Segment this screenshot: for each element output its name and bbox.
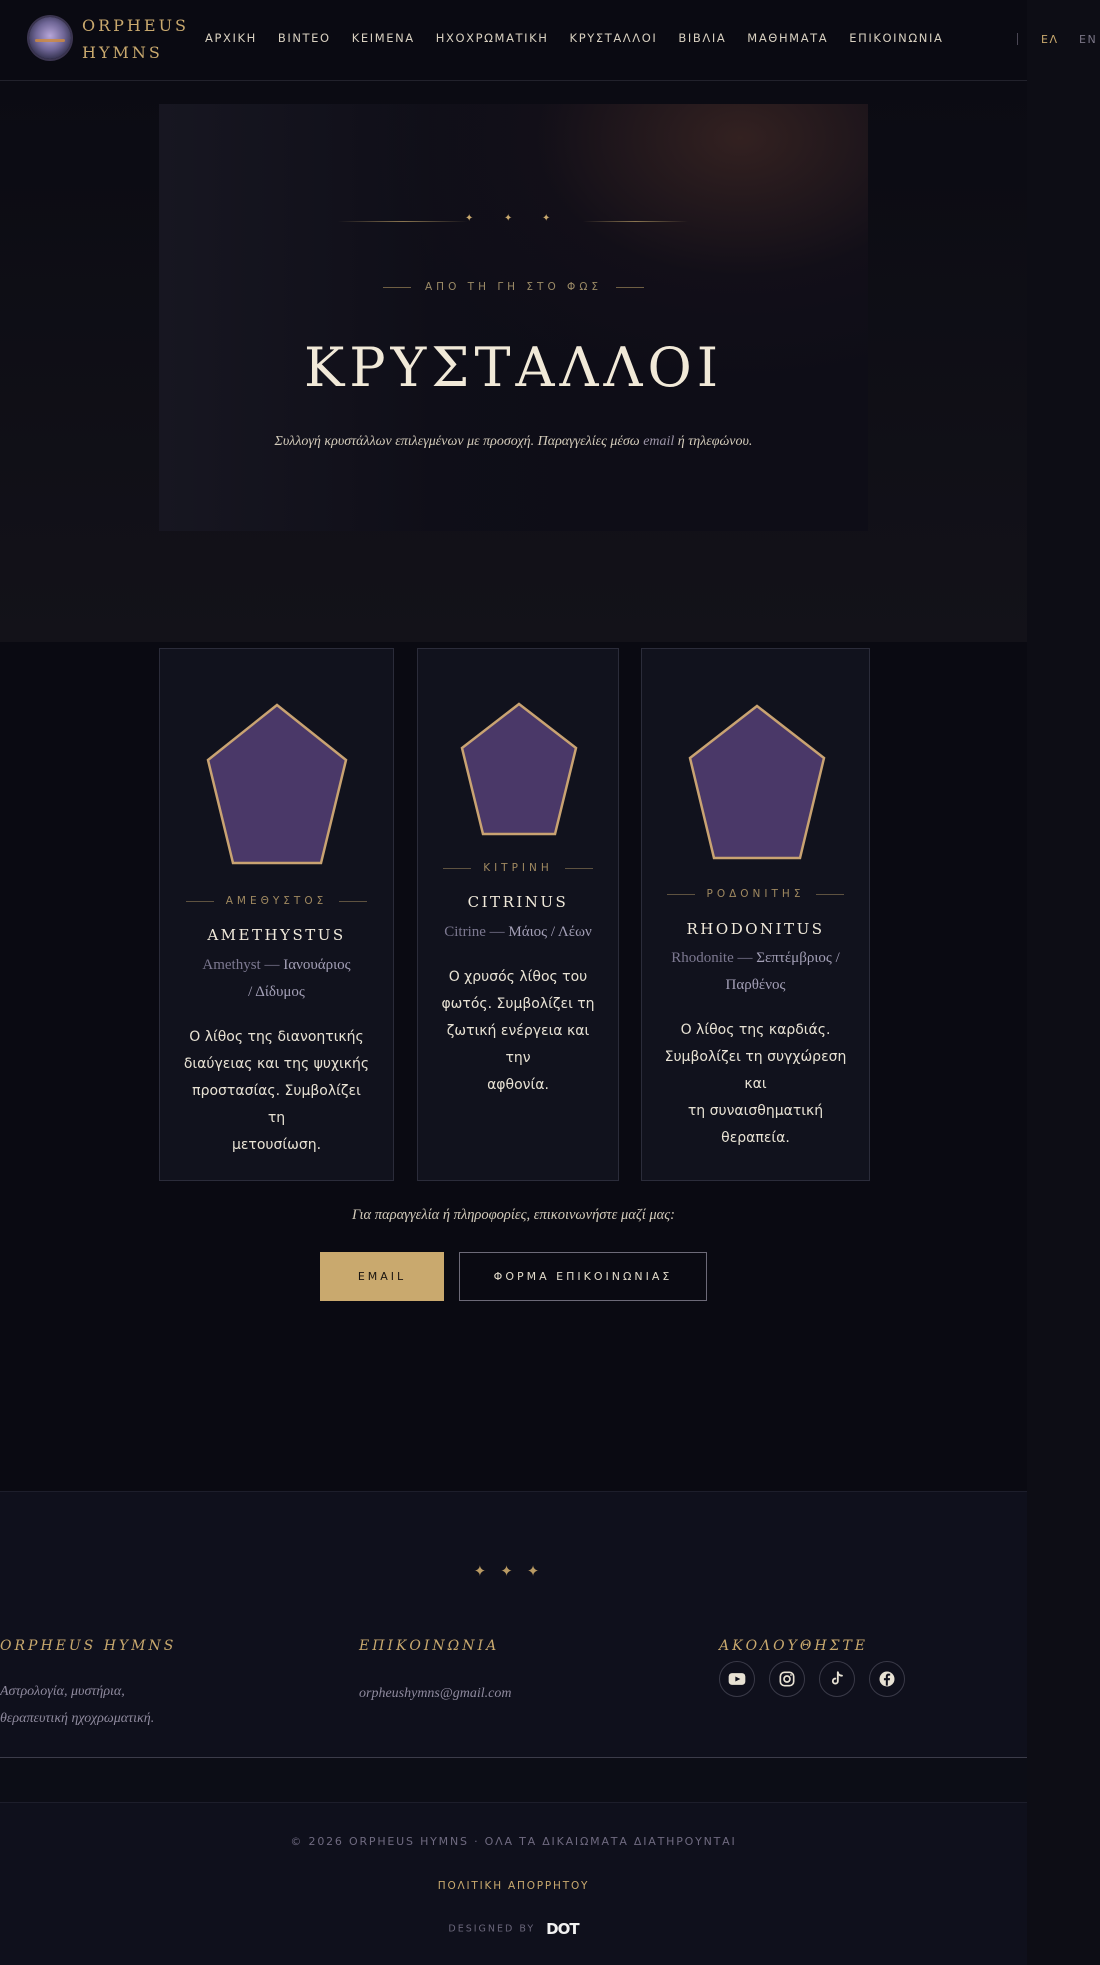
copyright-text: © 2026 ORPHEUS HYMNS · ΟΛΑ ΤΑ ΔΙΚΑΙΩΜΑΤΑ…	[290, 1835, 737, 1848]
pentagon-crystal-icon	[206, 703, 348, 865]
cta-text: Για παραγγελία ή πληροφορίες, επικοινωνή…	[352, 1207, 675, 1223]
footer-band-border	[0, 1802, 1027, 1803]
crystal-signs-1: Μάιος / Λέων	[508, 924, 592, 940]
nav-sound-color[interactable]: ΗΧΟΧΡΩΜΑΤΙΚΗ	[436, 31, 549, 45]
star-icon: ✦	[542, 213, 551, 224]
designed-by-label: DESIGNED BY	[448, 1923, 536, 1935]
email-button[interactable]: EMAIL	[320, 1252, 444, 1301]
pentagon-crystal-icon	[688, 704, 826, 860]
nav-lessons[interactable]: ΜΑΘΗΜΑΤΑ	[747, 31, 828, 45]
crystal-description: Ο λίθος της διανοητικής διαύγειας και τη…	[183, 1029, 370, 1153]
right-gutter	[1027, 0, 1100, 1965]
hero-subtitle: Συλλογή κρυστάλλων επιλεγμένων με προσοχ…	[0, 434, 1027, 450]
tiktok-icon[interactable]	[819, 1661, 855, 1697]
crystal-signs-1: Ιανουάριος	[283, 957, 351, 973]
footer-brand-heading: ORPHEUS HYMNS	[0, 1638, 177, 1654]
crystal-name: AMETHYSTUS	[207, 926, 346, 944]
hero-subtitle-part2: ή τηλεφώνου.	[677, 434, 753, 449]
site-footer: ✦✦✦ ORPHEUS HYMNS Αστρολογία, μυστήρια, …	[0, 1491, 1027, 1965]
crystal-signs-2: Παρθένος	[725, 977, 786, 993]
crystal-signs-2: / Δίδυμος	[248, 984, 305, 1000]
facebook-icon[interactable]	[869, 1661, 905, 1697]
nav-home[interactable]: ΑΡΧΙΚΗ	[205, 31, 257, 45]
crystal-eyebrow-text: ΡΟΔΟΝΙΤΗΣ	[706, 888, 805, 900]
designed-by: DESIGNED BY DOT	[0, 1920, 1027, 1938]
crystal-eyebrow: ΑΜΕΘΥΣΤΟΣ	[160, 895, 393, 907]
crystal-description: Ο λίθος της καρδιάς. Συμβολίζει τη συγχώ…	[664, 1022, 847, 1146]
star-icon: ✦	[465, 213, 474, 224]
crystal-latin: Rhodonite —	[671, 950, 753, 966]
hero-subtitle-email: email	[643, 434, 675, 449]
footer-band	[0, 1758, 1027, 1802]
privacy-policy-link[interactable]: ΠΟΛΙΤΙΚΗ ΑΠΟΡΡΗΤΟΥ	[0, 1880, 1027, 1892]
crystal-eyebrow-text: ΑΜΕΘΥΣΤΟΣ	[225, 895, 328, 907]
footer-follow-heading: ΑΚΟΛΟΥΘΗΣΤΕ	[719, 1638, 869, 1654]
hero-ornament: ✦ ✦ ✦	[338, 213, 688, 226]
crystal-description: Ο χρυσός λίθος του φωτός. Συμβολίζει τη …	[441, 969, 595, 1093]
nav-contact[interactable]: ΕΠΙΚΟΙΝΩΝΙΑ	[849, 31, 943, 45]
crystal-subtitle: Amethyst — Ιανουάριος / Δίδυμος	[180, 952, 373, 1006]
pentagon-crystal-icon	[460, 702, 578, 836]
nav-videos[interactable]: ΒΙΝΤΕΟ	[278, 31, 331, 45]
crystal-latin: Citrine —	[444, 924, 505, 940]
site-header: ORPHEUS HYMNS ΑΡΧΙΚΗ ΒΙΝΤΕΟ ΚΕΙΜΕΝΑ ΗΧΟΧ…	[0, 0, 1096, 81]
footer-tagline: Αστρολογία, μυστήρια, θεραπευτική ηχοχρω…	[0, 1684, 155, 1726]
hero-subtitle-part1: Συλλογή κρυστάλλων επιλεγμένων με προσοχ…	[274, 434, 640, 449]
hero-image	[159, 104, 868, 531]
crystal-eyebrow: ΚΙΤΡΙΝΗ	[418, 862, 618, 874]
page-title: ΚΡΥΣΤΑΛΛΟΙ	[303, 336, 724, 399]
footer-stars-ornament: ✦✦✦	[473, 1562, 554, 1580]
youtube-icon[interactable]	[719, 1661, 755, 1697]
lang-switch-el[interactable]: ΕΛ	[1041, 33, 1058, 46]
crystal-eyebrow: ΡΟΔΟΝΙΤΗΣ	[642, 888, 869, 900]
crystal-name: RHODONITUS	[686, 920, 825, 938]
nav-crystals[interactable]: ΚΡΥΣΤΑΛΛΟΙ	[570, 31, 658, 45]
footer-email-link[interactable]: orpheushymns@gmail.com	[359, 1680, 511, 1707]
main-nav: ΑΡΧΙΚΗ ΒΙΝΤΕΟ ΚΕΙΜΕΝΑ ΗΧΟΧΡΩΜΑΤΙΚΗ ΚΡΥΣΤ…	[205, 31, 964, 45]
crystal-card-amethyst[interactable]: ΑΜΕΘΥΣΤΟΣ AMETHYSTUS Amethyst — Ιανουάρι…	[159, 648, 394, 1181]
logo-icon[interactable]	[29, 17, 71, 59]
crystal-card-citrine[interactable]: ΚΙΤΡΙΝΗ CITRINUS Citrine — Μάιος / Λέων …	[417, 648, 619, 1181]
nav-books[interactable]: ΒΙΒΛΙΑ	[678, 31, 726, 45]
crystal-subtitle: Citrine — Μάιος / Λέων	[438, 919, 598, 946]
hero-eyebrow-text: ΑΠΟ ΤΗ ΓΗ ΣΤΟ ΦΩΣ	[425, 281, 602, 293]
contact-form-button[interactable]: ΦΟΡΜΑ ΕΠΙΚΟΙΝΩΝΙΑΣ	[459, 1252, 707, 1301]
brand-name[interactable]: ORPHEUS HYMNS	[82, 12, 189, 66]
page: ORPHEUS HYMNS ΑΡΧΙΚΗ ΒΙΝΤΕΟ ΚΕΙΜΕΝΑ ΗΧΟΧ…	[0, 0, 1100, 1965]
footer-top-border	[0, 1491, 1027, 1492]
designer-logo[interactable]: DOT	[546, 1920, 579, 1938]
nav-texts[interactable]: ΚΕΙΜΕΝΑ	[352, 31, 415, 45]
brand-line-2: HYMNS	[82, 43, 163, 62]
crystal-eyebrow-text: ΚΙΤΡΙΝΗ	[483, 862, 553, 874]
hero-eyebrow: ΑΠΟ ΤΗ ΓΗ ΣΤΟ ΦΩΣ	[0, 281, 1027, 293]
crystal-subtitle: Rhodonite — Σεπτέμβριος / Παρθένος	[662, 945, 849, 999]
crystal-latin: Amethyst —	[202, 957, 280, 973]
star-icon: ✦	[504, 213, 513, 224]
crystal-signs-1: Σεπτέμβριος /	[756, 950, 840, 966]
instagram-icon[interactable]	[769, 1661, 805, 1697]
crystal-name: CITRINUS	[467, 893, 569, 911]
footer-contact-heading: ΕΠΙΚΟΙΝΩΝΙΑ	[359, 1638, 500, 1654]
brand-line-1: ORPHEUS	[82, 16, 190, 35]
lang-switch-en[interactable]: EN	[1079, 33, 1097, 46]
lang-divider	[1017, 33, 1018, 45]
crystal-card-rhodonite[interactable]: ΡΟΔΟΝΙΤΗΣ RHODONITUS Rhodonite — Σεπτέμβ…	[641, 648, 870, 1181]
